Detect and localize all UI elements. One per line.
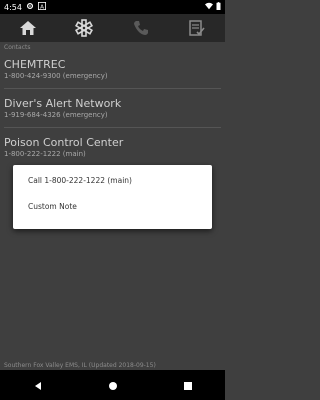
recents-icon <box>183 381 192 390</box>
home-icon <box>20 21 37 35</box>
back-button[interactable] <box>33 376 43 395</box>
call-option[interactable]: Call 1-800-222-1222 (main) <box>28 172 132 188</box>
star-of-life-button[interactable] <box>70 16 98 40</box>
phone-icon <box>133 21 148 35</box>
contact-name: Poison Control Center <box>4 136 124 149</box>
home-nav-button[interactable] <box>108 376 118 395</box>
contact-phone: 1-919-684-4326 (emergency) <box>4 111 108 119</box>
home-circle-icon <box>108 381 117 390</box>
back-icon <box>34 381 41 390</box>
navigation-bar <box>0 370 225 400</box>
svg-text:A: A <box>40 4 44 10</box>
checklist-button[interactable] <box>183 16 211 40</box>
battery-icon <box>216 2 221 12</box>
footer-text: Southern Fox Valley EMS, IL (Updated 201… <box>4 361 156 369</box>
status-bar: 4:54 A <box>0 0 225 14</box>
home-button[interactable] <box>14 16 42 40</box>
section-label: Contacts <box>4 44 31 51</box>
recents-button[interactable] <box>183 376 193 395</box>
a-notification-icon: A <box>37 2 46 12</box>
gear-icon <box>26 2 34 12</box>
contact-item-chemtrec[interactable]: CHEMTREC 1-800-424-9300 (emergency) <box>4 58 221 89</box>
status-time: 4:54 <box>4 2 22 12</box>
contact-phone: 1-800-424-9300 (emergency) <box>4 72 108 80</box>
phone-button[interactable] <box>127 16 155 40</box>
action-dialog: Call 1-800-222-1222 (main) Custom Note <box>13 165 212 229</box>
contact-phone: 1-800-222-1222 (main) <box>4 150 86 158</box>
custom-note-option[interactable]: Custom Note <box>28 198 77 214</box>
checklist-icon <box>189 20 205 36</box>
contact-name: Diver's Alert Network <box>4 97 122 110</box>
wifi-icon <box>205 2 213 12</box>
star-of-life-icon <box>75 19 94 37</box>
toolbar <box>0 14 225 42</box>
contact-name: CHEMTREC <box>4 58 66 71</box>
contact-item-poison-control[interactable]: Poison Control Center 1-800-222-1222 (ma… <box>4 136 221 166</box>
contact-item-divers-alert[interactable]: Diver's Alert Network 1-919-684-4326 (em… <box>4 97 221 128</box>
